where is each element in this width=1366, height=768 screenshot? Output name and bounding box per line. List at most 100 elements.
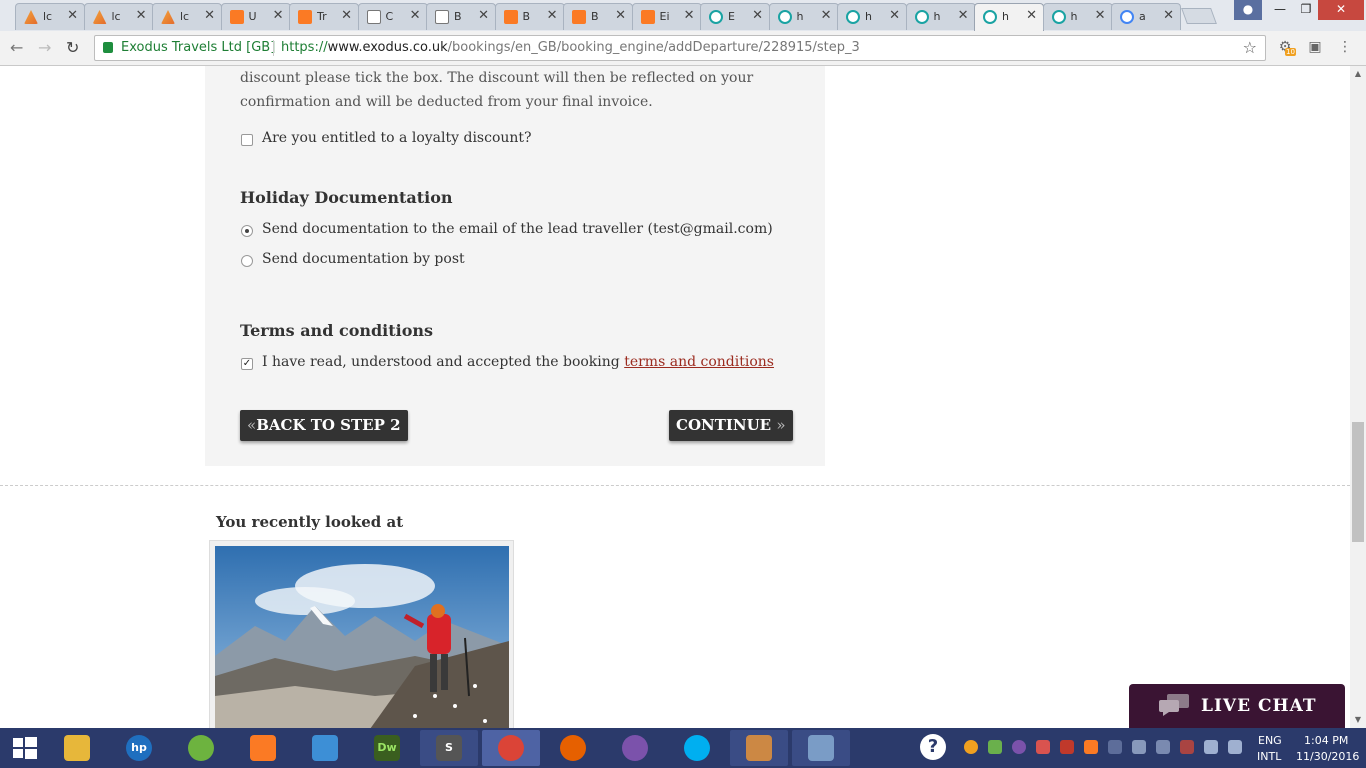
tab-close-icon[interactable]: ✕: [67, 8, 78, 23]
browser-tab[interactable]: C ✕: [357, 3, 428, 30]
taskbar-firefox-button[interactable]: [544, 730, 602, 766]
tab-close-icon[interactable]: ✕: [958, 8, 969, 23]
taskbar-dw-button[interactable]: Dw: [358, 730, 416, 766]
doc-post-radio[interactable]: [241, 255, 253, 267]
tray-green-icon[interactable]: [988, 740, 1002, 754]
minimize-button[interactable]: —: [1266, 0, 1294, 20]
tray-avast-icon[interactable]: [964, 740, 978, 754]
address-bar[interactable]: Exodus Travels Ltd [GB] https://www.exod…: [94, 35, 1266, 61]
windows-start-icon[interactable]: [0, 728, 50, 768]
tab-close-icon[interactable]: ✕: [1026, 8, 1037, 23]
taskbar-sublime-button[interactable]: S: [420, 730, 478, 766]
taskbar-media-button[interactable]: [296, 730, 354, 766]
browser-tab[interactable]: h ✕: [1042, 3, 1113, 30]
doc-email-label[interactable]: Send documentation to the email of the l…: [262, 221, 773, 237]
clock-time[interactable]: 1:04 PM: [1304, 734, 1348, 748]
tab-close-icon[interactable]: ✕: [1163, 8, 1174, 23]
continue-button[interactable]: CONTINUE »: [669, 410, 793, 441]
taskbar-winapp-button[interactable]: [730, 730, 788, 766]
taskbar-paint-button[interactable]: [792, 730, 850, 766]
forward-arrow-icon[interactable]: →: [38, 38, 51, 57]
tray-xampp-icon[interactable]: [1084, 740, 1098, 754]
browser-tab[interactable]: E ✕: [700, 3, 770, 30]
tab-close-icon[interactable]: ✕: [204, 8, 215, 23]
doc-email-radio[interactable]: [241, 225, 253, 237]
extension-icon[interactable]: ⚙ 10: [1276, 39, 1296, 57]
page-scrollbar[interactable]: ▲ ▼: [1350, 66, 1366, 728]
browser-tab[interactable]: h ✕: [837, 3, 907, 30]
taskbar-spring-button[interactable]: [172, 730, 230, 766]
tab-close-icon[interactable]: ✕: [615, 8, 626, 23]
help-icon[interactable]: ?: [920, 734, 946, 760]
browser-tab[interactable]: lc ✕: [83, 3, 154, 30]
tray-device-icon[interactable]: [1132, 740, 1146, 754]
chrome-menu-icon[interactable]: ⋮: [1336, 39, 1354, 57]
tray-upload-icon[interactable]: [1036, 740, 1050, 754]
browser-tab[interactable]: lc ✕: [15, 3, 85, 30]
scroll-up-arrow-icon[interactable]: ▲: [1350, 66, 1366, 82]
browser-tab[interactable]: lc ✕: [152, 3, 222, 30]
tab-close-icon[interactable]: ✕: [1095, 8, 1106, 23]
browser-tab[interactable]: h ✕: [974, 3, 1044, 31]
tab-close-icon[interactable]: ✕: [752, 8, 763, 23]
tab-close-icon[interactable]: ✕: [547, 8, 558, 23]
back-to-step-2-button[interactable]: «BACK TO STEP 2: [240, 410, 408, 441]
tab-title: Ei: [659, 10, 670, 23]
tray-volume-icon[interactable]: [1228, 740, 1242, 754]
terms-label[interactable]: I have read, understood and accepted the…: [262, 354, 774, 370]
tab-close-icon[interactable]: ✕: [684, 8, 695, 23]
bookmark-star-icon[interactable]: ☆: [1243, 38, 1257, 57]
recent-trip-card[interactable]: [209, 540, 514, 728]
browser-tab[interactable]: B ✕: [426, 3, 496, 30]
scroll-thumb[interactable]: [1352, 422, 1364, 542]
taskbar-chrome-button[interactable]: [482, 730, 540, 766]
tab-close-icon[interactable]: ✕: [136, 8, 147, 23]
taskbar-skype-button[interactable]: [668, 730, 726, 766]
browser-tab[interactable]: h ✕: [905, 3, 976, 30]
browser-tab[interactable]: B ✕: [494, 3, 565, 30]
tab-close-icon[interactable]: ✕: [410, 8, 421, 23]
loyalty-discount-label[interactable]: Are you entitled to a loyalty discount?: [262, 130, 532, 146]
taskbar-hp-button[interactable]: hp: [110, 730, 168, 766]
extension-bag-icon[interactable]: ▣: [1306, 39, 1324, 57]
taskbar-viber-button[interactable]: [606, 730, 664, 766]
new-tab-button[interactable]: [1181, 8, 1217, 24]
scroll-down-arrow-icon[interactable]: ▼: [1350, 712, 1366, 728]
tray-viber-icon[interactable]: [1012, 740, 1026, 754]
tab-close-icon[interactable]: ✕: [821, 8, 832, 23]
tray-wifi-icon[interactable]: [1204, 740, 1218, 754]
trip-photo[interactable]: [215, 546, 509, 728]
url-text[interactable]: https://www.exodus.co.uk/bookings/en_GB/…: [281, 40, 860, 55]
taskbar-explorer-button[interactable]: [48, 730, 106, 766]
live-chat-button[interactable]: LIVE CHAT: [1129, 684, 1345, 728]
extension-badge: 10: [1285, 48, 1296, 56]
terms-checkbox[interactable]: ✓: [241, 358, 253, 370]
close-window-button[interactable]: ✕: [1318, 0, 1364, 20]
user-profile-icon[interactable]: ●: [1234, 0, 1262, 20]
tab-close-icon[interactable]: ✕: [341, 8, 352, 23]
browser-tab[interactable]: U ✕: [220, 3, 291, 30]
maximize-button[interactable]: ❐: [1292, 0, 1320, 20]
tray-network-share-icon[interactable]: [1108, 740, 1122, 754]
clock-date[interactable]: 11/30/2016: [1296, 750, 1359, 764]
security-indicator[interactable]: Exodus Travels Ltd [GB]: [121, 40, 275, 55]
browser-tab[interactable]: Ei ✕: [631, 3, 702, 30]
tray-tablet-icon[interactable]: [1156, 740, 1170, 754]
tray-flag-icon[interactable]: [1180, 740, 1194, 754]
taskbar-xampp-button[interactable]: [234, 730, 292, 766]
browser-tab[interactable]: Tr ✕: [289, 3, 359, 30]
language-indicator-top[interactable]: ENG: [1258, 734, 1282, 748]
loyalty-discount-checkbox[interactable]: [241, 134, 253, 146]
browser-tab[interactable]: h ✕: [768, 3, 839, 30]
tab-close-icon[interactable]: ✕: [889, 8, 900, 23]
browser-tab[interactable]: a ✕: [1111, 3, 1181, 30]
language-indicator-bottom[interactable]: INTL: [1257, 750, 1281, 764]
back-arrow-icon[interactable]: ←: [10, 38, 23, 57]
terms-link[interactable]: terms and conditions: [624, 354, 774, 370]
doc-post-label[interactable]: Send documentation by post: [262, 251, 465, 267]
reload-icon[interactable]: ↻: [66, 38, 79, 57]
tray-adobe-icon[interactable]: [1060, 740, 1074, 754]
tab-close-icon[interactable]: ✕: [478, 8, 489, 23]
browser-tab[interactable]: B ✕: [563, 3, 633, 30]
tab-close-icon[interactable]: ✕: [273, 8, 284, 23]
